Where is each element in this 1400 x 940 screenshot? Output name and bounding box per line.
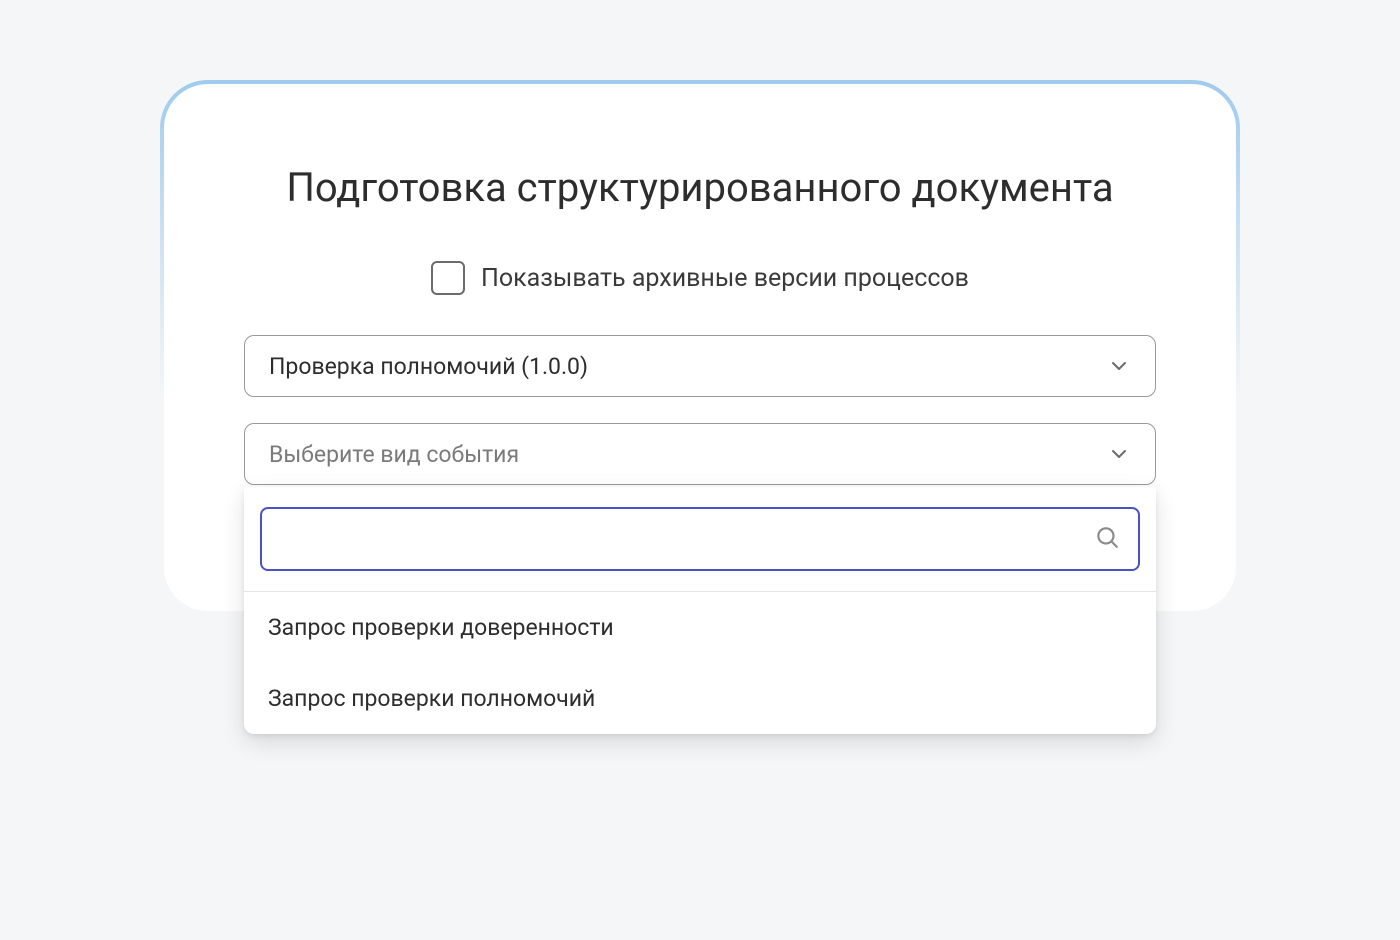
archive-checkbox[interactable] bbox=[431, 261, 465, 295]
search-icon bbox=[1094, 524, 1120, 554]
archive-checkbox-row: Показывать архивные версии процессов bbox=[232, 261, 1168, 295]
chevron-down-icon bbox=[1107, 354, 1131, 378]
event-select-wrapper: Выберите вид события bbox=[244, 423, 1156, 485]
dropdown-search-container bbox=[244, 487, 1156, 592]
document-preparation-card: Подготовка структурированного документа … bbox=[160, 80, 1240, 615]
event-dropdown: Запрос проверки доверенности Запрос пров… bbox=[244, 487, 1156, 734]
process-select-wrapper: Проверка полномочий (1.0.0) bbox=[244, 335, 1156, 397]
archive-checkbox-label: Показывать архивные версии процессов bbox=[481, 264, 969, 293]
event-select[interactable]: Выберите вид события bbox=[244, 423, 1156, 485]
event-select-placeholder: Выберите вид события bbox=[269, 441, 519, 468]
process-select[interactable]: Проверка полномочий (1.0.0) bbox=[244, 335, 1156, 397]
dropdown-search-input[interactable] bbox=[280, 526, 1094, 552]
page-title: Подготовка структурированного документа bbox=[232, 164, 1168, 211]
dropdown-option[interactable]: Запрос проверки доверенности bbox=[244, 592, 1156, 663]
process-select-value: Проверка полномочий (1.0.0) bbox=[269, 353, 588, 380]
chevron-down-icon bbox=[1107, 442, 1131, 466]
dropdown-option[interactable]: Запрос проверки полномочий bbox=[244, 663, 1156, 734]
dropdown-search-field bbox=[260, 507, 1140, 571]
